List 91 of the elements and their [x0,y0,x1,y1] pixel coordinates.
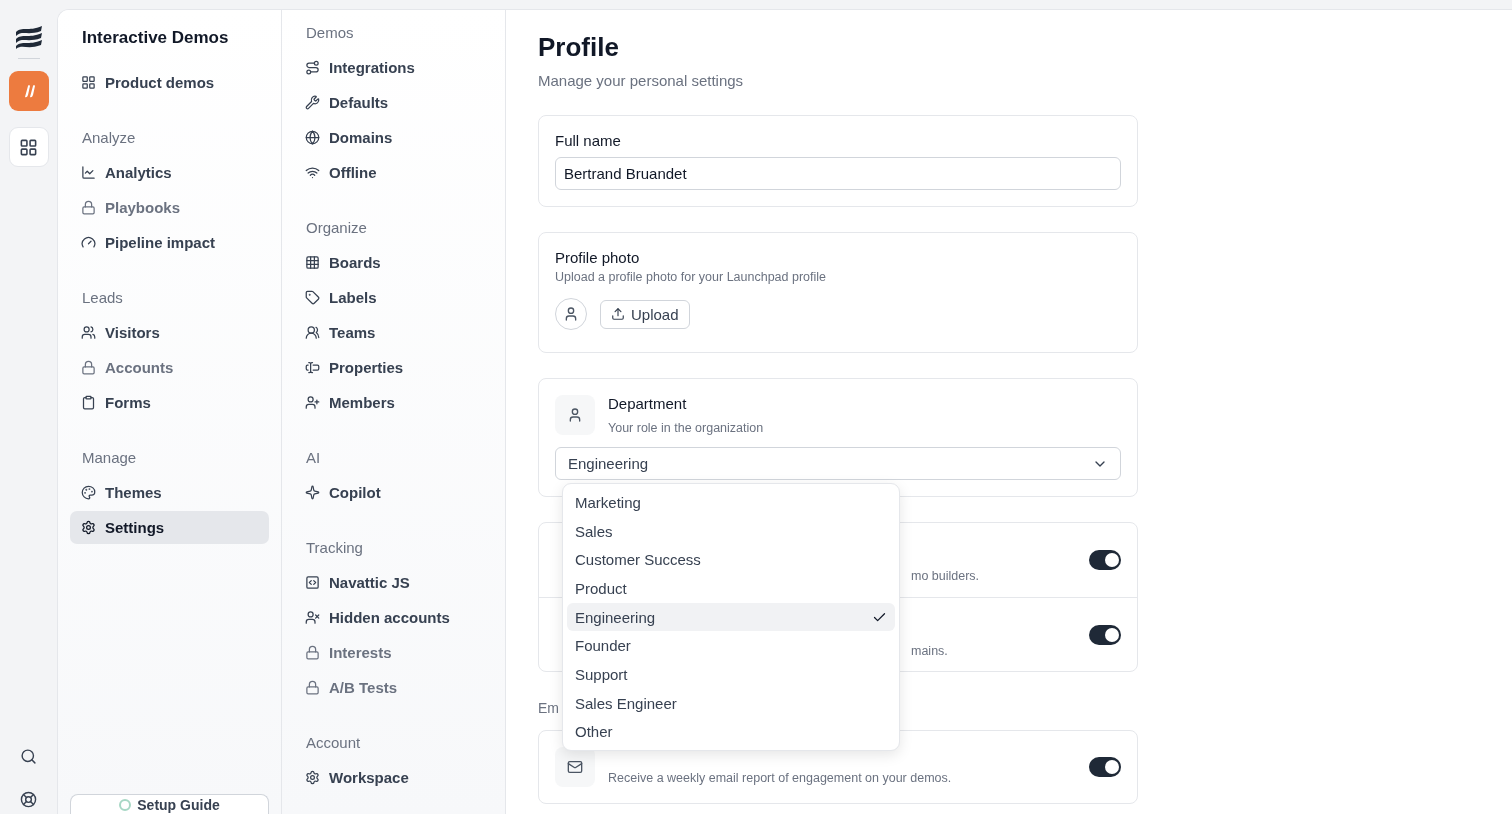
dropdown-option[interactable]: Marketing [567,488,895,517]
wifi-icon [305,165,320,180]
dropdown-option[interactable]: Other [567,717,895,747]
sidebar-item[interactable]: Accounts [70,351,269,384]
settings-nav-item[interactable]: Labels [294,281,493,314]
sidebar-item[interactable]: Settings [70,511,269,544]
dropdown-option[interactable]: Sales Engineer [567,688,895,718]
lock-icon [81,360,96,375]
lock-icon [81,200,96,215]
toggle-switch[interactable] [1089,624,1121,645]
users-icon [81,325,96,340]
settings-nav-item[interactable]: A/B Tests [294,671,493,704]
dropdown-option[interactable]: Customer Success [567,545,895,575]
dropdown-option[interactable]: Support [567,660,895,689]
gear-icon [81,520,96,535]
globe-icon [305,130,320,145]
settings-nav-item[interactable]: Defaults [294,86,493,119]
page-title: Profile [538,32,620,63]
sidebar-item[interactable]: Pipeline impact [70,226,269,259]
settings-nav-item[interactable]: Domains [294,121,493,154]
toggle-switch[interactable] [1089,757,1121,777]
upload-icon [611,307,625,321]
settings-nav-item[interactable]: Members [294,386,493,419]
route-icon [305,60,320,75]
gauge-icon [81,235,96,250]
field-label: Department [608,395,688,412]
setting-description: mains. [911,643,948,658]
settings-nav-item[interactable]: Boards [294,246,493,279]
chart-icon [81,165,96,180]
wrench-icon [305,95,320,110]
app-icon[interactable] [8,71,49,111]
lock-icon [305,645,320,660]
clipboard-icon [81,395,96,410]
full-name-field[interactable]: Bertrand Bruandet [555,157,1121,190]
setting-description: Receive a weekly email report of engagement on your demos. [608,771,952,785]
help-icon[interactable] [20,791,37,808]
page-subtitle: Manage your personal settings [538,72,745,89]
logo-icon [13,24,44,50]
sparkle-icon [305,485,320,500]
sidebar-item[interactable]: Visitors [70,316,269,349]
settings-nav-item[interactable]: Interests [294,636,493,669]
settings-nav-item[interactable]: Navattic JS [294,566,493,599]
section-heading: Em [538,700,559,716]
section-heading: Organize [305,219,368,236]
toggle-switch[interactable] [1089,550,1121,570]
sidebar-item[interactable]: Product demos [70,66,269,99]
setup-guide-button[interactable]: Setup Guide [70,794,269,814]
settings-nav-item[interactable]: Copilot [294,476,493,509]
section-heading: Leads [81,289,124,306]
users-icon [305,325,320,340]
upload-button[interactable]: Upload [600,299,690,329]
lock-icon [305,680,320,695]
settings-nav-item[interactable]: Integrations [294,51,493,84]
sidebar-title: Interactive Demos [81,28,230,48]
user-icon [555,395,595,435]
settings-nav-item[interactable]: Workspace [294,761,493,794]
settings-nav-item[interactable]: Properties [294,351,493,384]
tag-icon [305,290,320,305]
palette-icon [81,485,96,500]
grid-icon [81,75,96,90]
search-icon[interactable] [20,748,37,765]
sidebar-item[interactable]: Analytics [70,156,269,189]
section-heading: Demos [305,24,355,41]
sidebar-item[interactable]: Themes [70,476,269,509]
field-label: Profile photo [555,249,641,266]
dropdown-option[interactable]: Sales [567,516,895,546]
dropdown-option[interactable]: Product [567,574,895,603]
user-plus-icon [305,395,320,410]
section-heading: Account [305,734,362,751]
section-heading: Tracking [305,539,364,556]
settings-nav-item[interactable]: Hidden accounts [294,601,493,634]
dropdown-option[interactable]: Engineering [567,602,895,632]
settings-nav-item[interactable]: Offline [294,156,493,189]
grid-icon[interactable] [8,127,49,167]
section-heading: Analyze [81,129,137,146]
section-heading: AI [305,449,322,466]
field-hint: Upload a profile photo for your Launchpad profile [555,270,827,284]
sidebar-item[interactable]: Playbooks [70,191,269,224]
input-icon [305,360,320,375]
sidebar-item[interactable]: Forms [70,386,269,419]
code-icon [305,575,320,590]
grid-icon [305,255,320,270]
settings-nav-item[interactable]: Teams [294,316,493,349]
dropdown-option[interactable]: Founder [567,631,895,661]
section-heading: Manage [81,449,138,466]
field-hint: Your role in the organization [608,421,764,435]
gear-icon [305,770,320,785]
setting-description: mo builders. [911,569,980,583]
user-x-icon [305,610,320,625]
department-select[interactable]: Engineering [555,447,1121,480]
field-label: Full name [555,132,622,149]
